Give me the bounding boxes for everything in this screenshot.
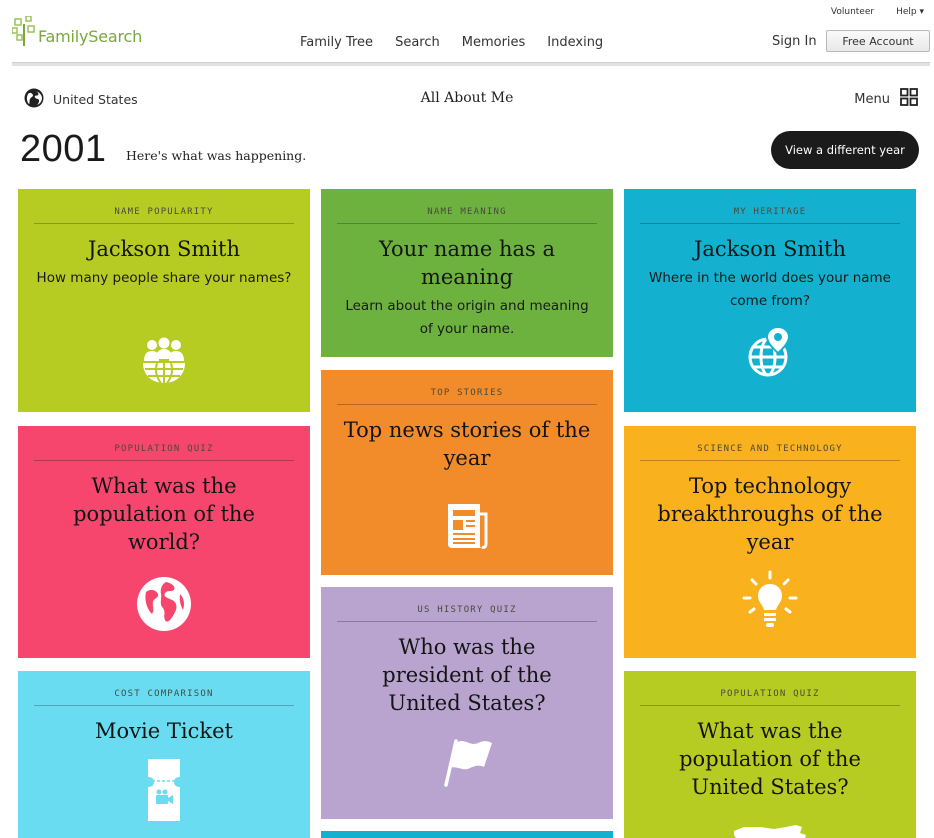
tile-heading: Who was the president of the United Stat… (382, 635, 552, 715)
tile-name-meaning[interactable]: NAME MEANING Your name has a meaning Lea… (321, 189, 613, 357)
tile-heading: Movie Ticket (95, 719, 233, 743)
tile-category: SCIENCE AND TECHNOLOGY (640, 444, 900, 461)
tile-population-quiz-usa[interactable]: POPULATION QUIZ What was the population … (624, 671, 916, 838)
tile-heading: Your name has a meaning (379, 237, 555, 289)
tile-my-heritage[interactable]: MY HERITAGE Jackson Smith Where in the w… (624, 189, 916, 412)
flag-icon (438, 735, 496, 789)
familysearch-logo[interactable]: FamilySearch (11, 15, 143, 46)
tile-category: MY HERITAGE (640, 207, 900, 224)
volunteer-link[interactable]: Volunteer (831, 7, 874, 17)
ticket-icon (146, 757, 182, 823)
tile-science-technology[interactable]: SCIENCE AND TECHNOLOGY Top technology br… (624, 426, 916, 658)
sign-in-link[interactable]: Sign In (772, 34, 817, 49)
tile-subtext: Where in the world does your name come f… (649, 270, 891, 309)
nav-memories[interactable]: Memories (462, 35, 526, 50)
tile-heading: Jackson Smith (693, 237, 847, 261)
header-divider (12, 62, 930, 66)
tile-next-partial[interactable] (321, 831, 613, 838)
tile-name-popularity[interactable]: NAME POPULARITY Jackson Smith How many p… (18, 189, 310, 412)
utility-links: Volunteer Help ▾ (831, 7, 924, 17)
tile-cost-comparison[interactable]: COST COMPARISON Movie Ticket (18, 671, 310, 838)
tile-heading: Top technology breakthroughs of the year (657, 474, 883, 554)
tile-category: NAME MEANING (337, 207, 597, 224)
nav-search[interactable]: Search (395, 35, 440, 50)
tile-subtext: Learn about the origin and meaning of yo… (345, 298, 589, 337)
logo-text: FamilySearch (38, 27, 143, 46)
tile-category: TOP STORIES (337, 388, 597, 405)
tile-top-stories[interactable]: TOP STORIES Top news stories of the year (321, 370, 613, 575)
tile-category: US HISTORY QUIZ (337, 605, 597, 622)
tile-category: POPULATION QUIZ (34, 444, 294, 461)
tile-category: NAME POPULARITY (34, 207, 294, 224)
globe-pin-icon (744, 325, 796, 381)
free-account-button[interactable]: Free Account (826, 30, 930, 52)
menu-label: Menu (854, 91, 890, 107)
site-header: FamilySearch Volunteer Help ▾ Family Tre… (0, 0, 934, 66)
tile-heading: Top news stories of the year (343, 418, 591, 470)
earth-icon (136, 576, 192, 632)
family-tree-icon (11, 15, 36, 46)
newspaper-icon (444, 502, 490, 550)
main-nav: Family Tree Search Memories Indexing (300, 35, 603, 50)
tile-category: POPULATION QUIZ (640, 689, 900, 706)
year-display: 2001 (20, 128, 107, 170)
usa-map-icon (730, 821, 810, 838)
page-title: All About Me (420, 90, 514, 106)
tile-population-quiz-world[interactable]: POPULATION QUIZ What was the population … (18, 426, 310, 658)
grid-icon (900, 88, 918, 110)
help-link[interactable]: Help ▾ (896, 7, 924, 17)
nav-family-tree[interactable]: Family Tree (300, 35, 373, 50)
lightbulb-icon (740, 568, 800, 632)
tile-subtext: How many people share your names? (36, 270, 292, 286)
menu-button[interactable]: Menu (854, 88, 918, 110)
tile-heading: Jackson Smith (87, 237, 241, 261)
tile-category: COST COMPARISON (34, 689, 294, 706)
people-globe-icon (140, 337, 188, 385)
happening-caption: Here's what was happening. (126, 148, 307, 163)
view-different-year-button[interactable]: View a different year (771, 131, 919, 169)
nav-indexing[interactable]: Indexing (547, 35, 603, 50)
tile-us-history-quiz[interactable]: US HISTORY QUIZ Who was the president of… (321, 587, 613, 819)
tile-heading: What was the population of the world? (73, 474, 255, 554)
tile-heading: What was the population of the United St… (679, 719, 861, 799)
